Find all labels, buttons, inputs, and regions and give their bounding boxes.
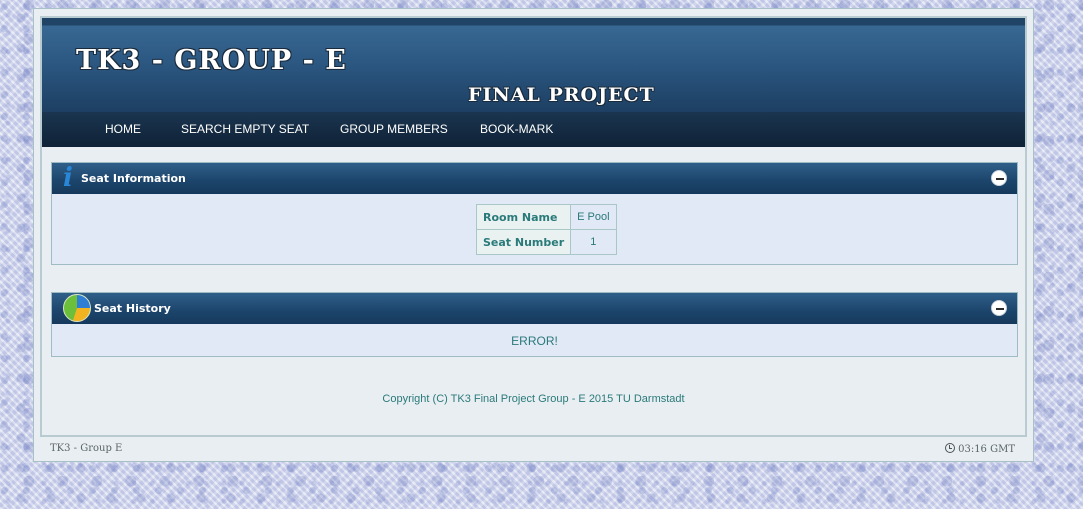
- site-title: TK3 - GROUP - E: [76, 45, 347, 76]
- content-wrapper: TK3 - GROUP - E FINAL PROJECT HOME SEARC…: [40, 16, 1027, 437]
- footer-site-name: TK3 - Group E: [50, 443, 123, 454]
- room-name-label: Room Name: [475, 204, 572, 230]
- page-frame: TK3 - GROUP - E FINAL PROJECT HOME SEARC…: [33, 8, 1034, 462]
- seat-information-title: Seat Information: [81, 172, 186, 185]
- clock-icon: [945, 443, 956, 453]
- footer-clock: 03:16 GMT: [945, 443, 1015, 455]
- footer-time: 03:16 GMT: [958, 444, 1015, 455]
- seat-info-table: Room Name E Pool Seat Number 1: [475, 204, 617, 255]
- site-header: TK3 - GROUP - E FINAL PROJECT: [42, 18, 1025, 112]
- site-subtitle: FINAL PROJECT: [468, 84, 655, 106]
- seat-history-title: Seat History: [94, 302, 171, 315]
- table-row: Room Name E Pool: [475, 204, 617, 230]
- table-row: Seat Number 1: [475, 229, 617, 255]
- error-message: ERROR!: [511, 334, 558, 348]
- nav-search-empty-seat[interactable]: SEARCH EMPTY SEAT: [181, 122, 309, 136]
- info-icon: i: [63, 163, 73, 193]
- seat-history-header: Seat History: [52, 293, 1017, 324]
- seat-number-value: 1: [570, 229, 617, 255]
- seat-information-panel: i Seat Information Room Name E Pool Seat…: [51, 162, 1018, 265]
- collapse-icon[interactable]: [991, 170, 1007, 186]
- pie-chart-icon: [63, 294, 91, 322]
- copyright-text: Copyright (C) TK3 Final Project Group - …: [382, 393, 685, 405]
- collapse-icon[interactable]: [991, 300, 1007, 316]
- nav-book-mark[interactable]: BOOK-MARK: [480, 122, 553, 136]
- nav-group-members[interactable]: GROUP MEMBERS: [340, 122, 448, 136]
- main-nav: HOME SEARCH EMPTY SEAT GROUP MEMBERS BOO…: [42, 112, 1025, 147]
- seat-history-panel: Seat History ERROR!: [51, 292, 1018, 357]
- seat-number-label: Seat Number: [475, 229, 572, 255]
- room-name-value: E Pool: [570, 204, 617, 230]
- nav-home[interactable]: HOME: [105, 122, 141, 136]
- seat-information-header: i Seat Information: [52, 163, 1017, 194]
